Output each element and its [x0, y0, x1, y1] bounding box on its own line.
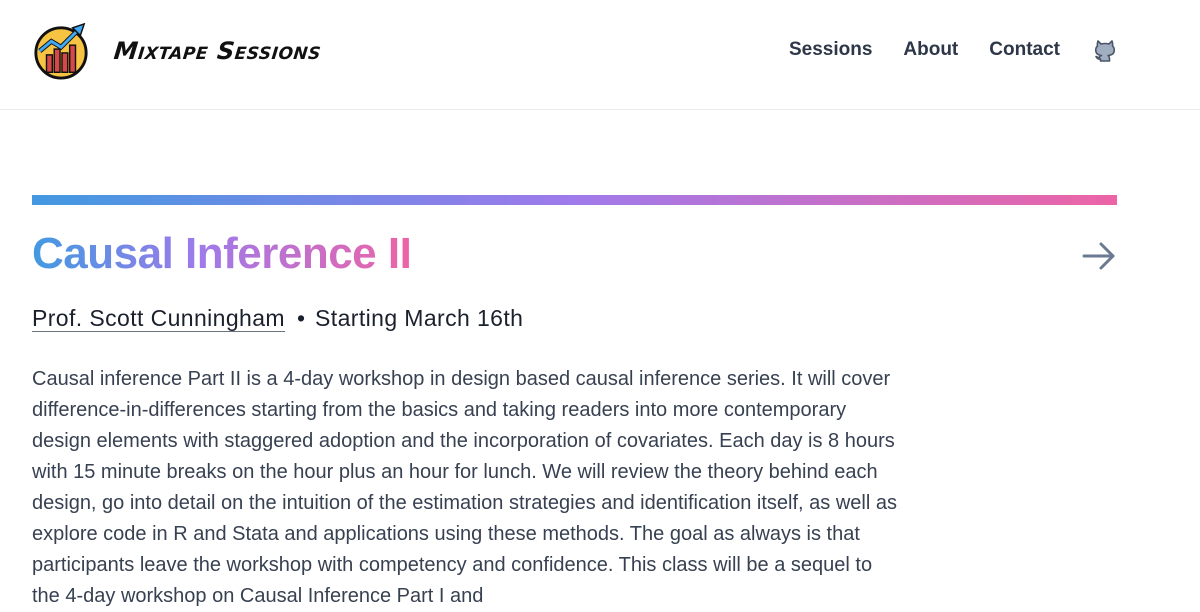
meta-separator: • — [296, 305, 306, 331]
gradient-divider — [32, 195, 1117, 205]
course-description: Causal inference Part II is a 4-day work… — [32, 368, 897, 607]
arrow-right-icon[interactable] — [1081, 240, 1117, 272]
brand-name: Mixtape Sessions — [112, 37, 323, 65]
instructor-link[interactable]: Prof. Scott Cunningham — [32, 305, 285, 332]
nav-link-contact[interactable]: Contact — [989, 39, 1060, 61]
course-title[interactable]: Causal Inference II — [32, 226, 412, 282]
nav-link-about[interactable]: About — [903, 39, 958, 61]
main-nav: Sessions About Contact — [758, 38, 1116, 62]
site-header: Mixtape Sessions Sessions About Contact — [0, 0, 1200, 110]
chart-logo-icon — [34, 22, 88, 80]
course-meta: Prof. Scott Cunningham • Starting March 16… — [32, 303, 523, 333]
nav-link-sessions[interactable]: Sessions — [789, 39, 872, 61]
github-icon[interactable] — [1094, 38, 1116, 62]
home-link[interactable]: Mixtape Sessions — [32, 22, 323, 80]
start-date: Starting March 16th — [315, 305, 524, 331]
